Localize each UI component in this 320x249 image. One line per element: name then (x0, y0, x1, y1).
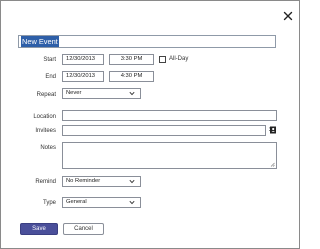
save-button[interactable]: Save (20, 223, 58, 235)
end-label: End (45, 74, 56, 80)
start-label: Start (43, 57, 56, 63)
resize-grip-icon[interactable] (270, 162, 275, 167)
all-day-checkbox[interactable] (159, 56, 166, 63)
type-value: General (66, 199, 87, 205)
event-title-text: New Event (21, 36, 59, 47)
close-icon[interactable] (282, 10, 294, 22)
type-select[interactable]: General (62, 197, 141, 208)
chevron-down-icon (129, 179, 135, 184)
start-date-field[interactable]: 12/30/2013 (62, 54, 104, 65)
chevron-down-icon (129, 200, 135, 205)
remind-value: No Reminder (66, 178, 101, 184)
repeat-select[interactable]: Never (62, 88, 141, 99)
chevron-down-icon (129, 91, 135, 96)
invitees-input[interactable] (62, 125, 266, 136)
notes-label: Notes (40, 145, 56, 151)
remind-select[interactable]: No Reminder (62, 176, 141, 187)
location-input[interactable] (62, 110, 277, 121)
event-title-input[interactable]: New Event (18, 35, 276, 48)
repeat-value: Never (66, 90, 82, 96)
start-time-field[interactable]: 3:30 PM (109, 54, 154, 65)
end-time-field[interactable]: 4:30 PM (109, 71, 154, 82)
all-day-label: All-Day (169, 56, 189, 62)
repeat-label: Repeat (36, 92, 56, 98)
remind-label: Remind (35, 179, 56, 185)
cancel-button[interactable]: Cancel (63, 223, 104, 235)
location-label: Location (33, 114, 56, 120)
event-dialog: New Event Start 12/30/2013 3:30 PM All-D… (0, 0, 300, 249)
type-label: Type (42, 200, 56, 206)
invitees-label: Invitees (35, 128, 56, 134)
address-book-icon[interactable] (269, 126, 277, 134)
notes-textarea[interactable] (62, 142, 277, 169)
end-date-field[interactable]: 12/30/2013 (62, 71, 104, 82)
